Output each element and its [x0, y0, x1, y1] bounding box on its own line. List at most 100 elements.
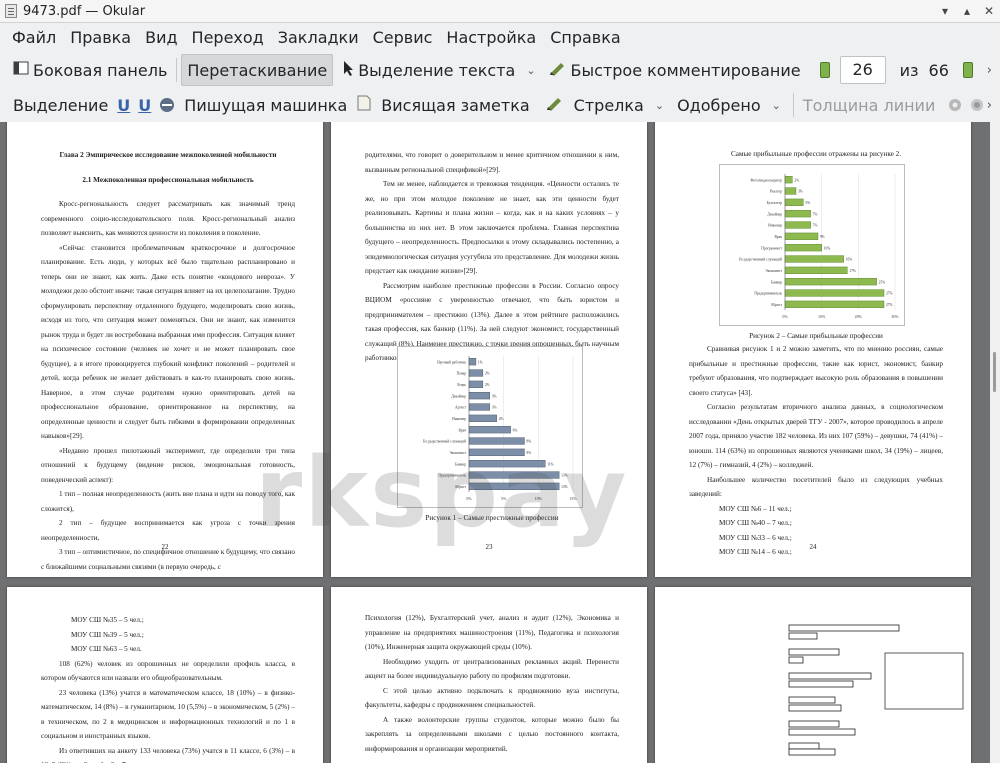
chevron-down-icon[interactable]: ⌄ — [526, 64, 535, 77]
data-label: 17% — [849, 269, 856, 273]
next-page-icon[interactable] — [962, 62, 973, 78]
document-viewport[interactable]: Глава 2 Эмпирическое исследование межпок… — [0, 122, 990, 763]
sidebar-button[interactable]: Боковая панель — [8, 55, 172, 85]
line-width-button[interactable]: Толщина линии — [798, 90, 941, 120]
line-width-label: Толщина линии — [802, 95, 936, 115]
highlight-label: Выделение — [13, 95, 109, 115]
menu-help[interactable]: Справка — [544, 28, 627, 47]
menu-view[interactable]: Вид — [139, 28, 183, 47]
paragraph: Тем не менее, наблюдается и тревожная те… — [365, 180, 619, 275]
menu-go[interactable]: Переход — [186, 28, 270, 47]
cursor-icon — [342, 60, 354, 80]
paragraph: Кросс-региональность следует рассматрива… — [41, 200, 295, 237]
text-select-button[interactable]: Выделение текста — [337, 55, 520, 85]
category-label: Предприниматель — [754, 292, 782, 296]
bar — [468, 426, 511, 434]
vertical-scrollbar[interactable] — [990, 122, 1000, 763]
page-number-input[interactable]: 26 — [839, 56, 886, 84]
data-label: 7% — [813, 224, 818, 228]
quick-comment-button[interactable]: Быстрое комментирование — [544, 55, 806, 85]
paragraph: Наибольшее количество посетителей было и… — [689, 475, 943, 499]
bar — [468, 380, 484, 388]
window-title: 9473.pdf — Okular — [23, 3, 146, 19]
drag-mode-button[interactable]: Перетаскивание — [181, 54, 334, 86]
data-label: 3% — [492, 406, 497, 410]
arrow-pen-icon — [546, 95, 564, 115]
sticky-note-button[interactable]: Висящая заметка — [352, 90, 534, 120]
page-24: Самые прибыльные профессии отражены на р… — [655, 122, 971, 577]
stamp-button[interactable]: Одобрено — [672, 90, 766, 120]
chevron-down-icon[interactable]: ⌄ — [772, 99, 781, 112]
paragraph: А также волонтерские группы студентов, к… — [365, 715, 619, 753]
category-label: Бухгалтер — [767, 201, 783, 205]
data-label: 27% — [886, 303, 893, 307]
close-icon[interactable]: ✕ — [978, 0, 1000, 22]
stamp-label: Одобрено — [677, 95, 761, 115]
bar — [784, 266, 848, 274]
x-tick-label: 0% — [782, 314, 788, 319]
menu-edit[interactable]: Правка — [64, 28, 137, 47]
underline-icon[interactable]: U — [113, 90, 134, 120]
main-toolbar: Боковая панель Перетаскивание Выделение … — [0, 53, 1000, 87]
bar — [468, 369, 484, 377]
page-of-label: из — [899, 60, 919, 80]
menu-tools[interactable]: Сервис — [367, 28, 439, 47]
menu-settings[interactable]: Настройка — [440, 28, 542, 47]
squiggle-icon[interactable]: U — [134, 90, 155, 120]
paragraph: 108 (62%) человек из опрошенных не опред… — [41, 659, 295, 683]
paragraph: Сравнивая рисунок 1 и 2 можно заметить, … — [689, 345, 943, 397]
minimize-icon[interactable]: ▾ — [934, 0, 956, 22]
text-select-label: Выделение текста — [358, 60, 516, 80]
menu-file[interactable]: Файл — [6, 28, 62, 47]
highlight-button[interactable]: Выделение — [8, 90, 113, 120]
pen-icon — [549, 60, 567, 80]
toolbar-overflow-icon[interactable]: › — [987, 63, 992, 78]
chevron-down-icon[interactable]: ⌄ — [655, 99, 664, 112]
bar — [784, 289, 885, 297]
maximize-icon[interactable]: ▴ — [956, 0, 978, 22]
title-bar: 9473.pdf — Okular ▾ ▴ ✕ — [0, 0, 1000, 23]
page-25: МОУ СШ №35 – 5 чел.; МОУ СШ №39 – 5 чел.… — [7, 587, 323, 763]
bar — [468, 392, 490, 400]
figure-caption: Рисунок 2 – Самые прибыльные профессии — [749, 332, 883, 340]
paragraph: Необходимо уходить от централизованных р… — [365, 657, 619, 681]
page-total: 66 — [928, 60, 949, 80]
menu-bookmarks[interactable]: Закладки — [272, 28, 365, 47]
opacity-icon[interactable] — [966, 90, 988, 120]
bar — [468, 403, 490, 411]
annotation-toolbar: Выделение U U Пишущая машинка Висящая за… — [0, 88, 1000, 123]
bar — [784, 278, 877, 286]
category-label: Юрист — [771, 303, 782, 307]
paragraph: 23 человека (13%) учатся в математическо… — [41, 688, 295, 741]
watermark: rkspay — [255, 437, 629, 549]
previous-page-icon[interactable] — [819, 62, 830, 78]
paragraph: «Сейчас становится проблематичным кратко… — [41, 243, 295, 441]
data-label: 4% — [499, 417, 504, 421]
page27-bars — [788, 624, 900, 756]
bar — [784, 176, 793, 184]
data-label: 2% — [485, 383, 490, 387]
scroll-thumb[interactable] — [993, 352, 996, 392]
data-label: 27% — [886, 292, 893, 296]
bar — [784, 210, 811, 218]
data-label: 16% — [846, 258, 853, 262]
category-label: Артист — [455, 406, 466, 410]
page27-figure — [788, 624, 964, 756]
paragraph: Самые прибыльные профессии отражены на р… — [730, 150, 902, 158]
bar — [468, 358, 477, 366]
color-icon[interactable] — [944, 90, 966, 120]
arrow-button[interactable]: Стрелка — [541, 90, 649, 120]
list-item: МОУ СШ №40 – 7 чел.; — [719, 519, 792, 527]
toolbar-overflow-icon[interactable]: › — [987, 98, 992, 113]
category-label: Дизайнер — [767, 212, 782, 216]
okular-app-icon — [5, 4, 17, 18]
paragraph: Согласно результатам вторичного анализа … — [689, 403, 943, 469]
paragraph: родителями, что говорит о доверительном … — [365, 151, 619, 174]
page-27 — [655, 587, 971, 763]
category-label: Повар — [457, 372, 467, 376]
paragraph: Из ответивших на анкету 133 человека (73… — [41, 746, 295, 763]
typewriter-button[interactable]: Пишущая машинка — [179, 90, 352, 120]
chapter-heading: Глава 2 Эмпирическое исследование межпок… — [59, 151, 277, 159]
data-label: 9% — [820, 235, 825, 239]
strikeout-icon[interactable] — [155, 90, 179, 120]
